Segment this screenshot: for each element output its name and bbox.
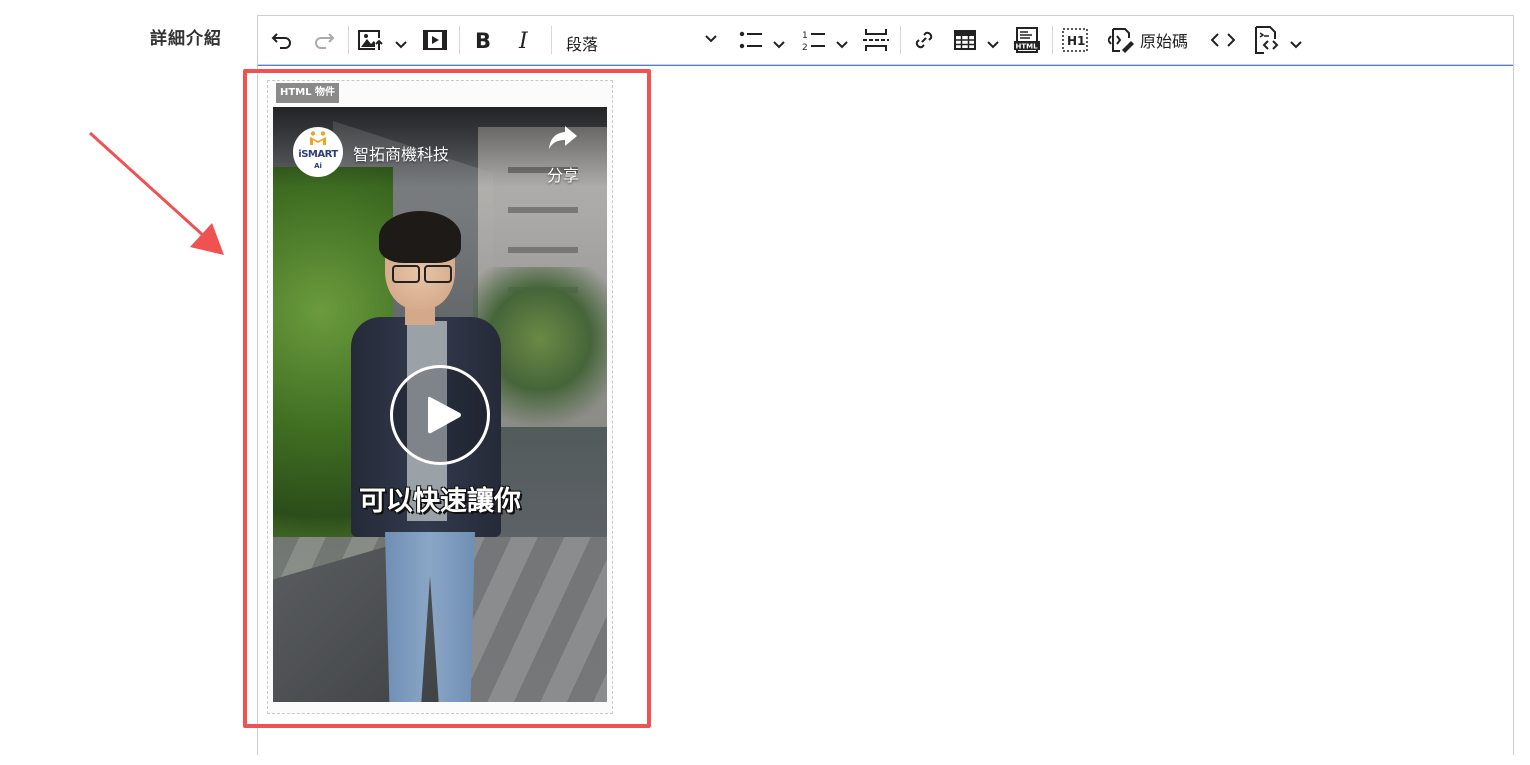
link-icon	[915, 31, 933, 49]
svg-text:1: 1	[802, 31, 808, 41]
chevron-down-icon	[987, 41, 999, 49]
html-embed-button[interactable]: HTML	[1012, 25, 1042, 55]
code-icon	[1211, 33, 1235, 47]
numbered-list-button[interactable]: 1 2	[799, 25, 829, 55]
toolbar-separator	[459, 26, 460, 54]
bold-icon: B	[475, 30, 491, 50]
chevron-down-icon	[836, 41, 848, 49]
chevron-down-icon	[395, 41, 407, 49]
redo-button[interactable]	[310, 25, 338, 55]
media-embed-button[interactable]	[420, 25, 450, 55]
chevron-down-icon	[773, 41, 785, 49]
source-edit-icon	[1108, 28, 1134, 53]
annotation-arrow	[88, 131, 224, 255]
toolbar-separator	[551, 26, 552, 54]
toolbar-separator	[1052, 26, 1053, 54]
svg-text:I: I	[518, 30, 529, 50]
redo-icon	[315, 33, 335, 49]
table-chevron[interactable]	[987, 34, 999, 53]
numbered-list-icon: 1 2	[802, 31, 825, 51]
paragraph-format-label: 段落	[566, 35, 599, 54]
image-dropdown-chevron[interactable]	[395, 34, 407, 53]
image-upload-button[interactable]	[356, 25, 386, 55]
media-embed-icon	[423, 30, 447, 50]
heading-h1-icon: H1	[1062, 28, 1088, 52]
code-button[interactable]	[1208, 25, 1238, 55]
paragraph-format-dropdown[interactable]: 段落	[563, 25, 723, 55]
undo-button[interactable]	[268, 25, 296, 55]
toolbar-separator	[348, 26, 349, 54]
heading-h1-button[interactable]: H1	[1060, 25, 1090, 55]
svg-text:H1: H1	[1067, 34, 1085, 48]
chevron-down-icon	[1290, 41, 1302, 49]
show-blocks-button[interactable]	[1251, 25, 1281, 55]
svg-text:2: 2	[802, 43, 808, 51]
numbered-list-chevron[interactable]	[836, 34, 848, 53]
page-break-icon	[863, 29, 889, 51]
italic-icon: I	[518, 30, 529, 50]
link-button[interactable]	[910, 25, 938, 55]
editor-toolbar: B I 段落 1 2 HTML H1 原始碼	[258, 16, 1513, 65]
chevron-down-icon	[705, 35, 717, 43]
bold-button[interactable]: B	[468, 25, 496, 55]
bulleted-list-chevron[interactable]	[773, 34, 785, 53]
page-break-button[interactable]	[861, 25, 891, 55]
italic-button[interactable]: I	[511, 25, 539, 55]
bulleted-list-button[interactable]	[736, 25, 766, 55]
table-icon	[954, 30, 976, 50]
html-embed-icon: HTML	[1014, 27, 1040, 53]
source-edit-label: 原始碼	[1140, 32, 1189, 51]
field-label: 詳細介紹	[150, 29, 222, 49]
show-blocks-icon	[1255, 26, 1279, 54]
bulleted-list-icon	[739, 31, 762, 49]
toolbar-separator	[900, 26, 901, 54]
svg-text:HTML: HTML	[1016, 43, 1039, 51]
undo-icon	[271, 33, 291, 49]
svg-text:B: B	[475, 30, 491, 50]
more-tools-chevron[interactable]	[1290, 34, 1302, 53]
highlight-box	[243, 69, 651, 728]
image-upload-icon	[358, 30, 384, 52]
insert-table-button[interactable]	[951, 25, 979, 55]
source-edit-button[interactable]: 原始碼	[1108, 25, 1192, 55]
